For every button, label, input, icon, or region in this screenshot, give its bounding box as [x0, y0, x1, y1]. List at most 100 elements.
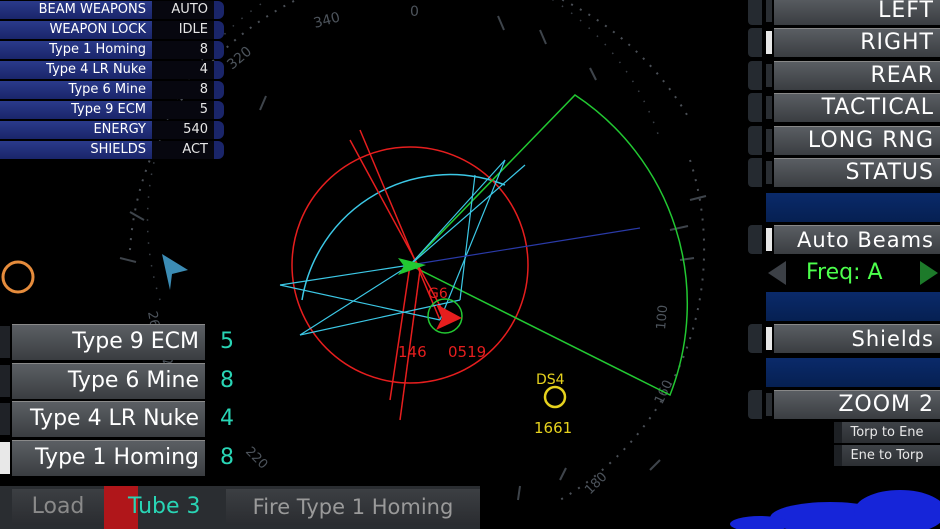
status-label: Type 9 ECM [0, 101, 152, 119]
button-label: LEFT [774, 0, 940, 25]
button-light [0, 365, 10, 397]
status-row-type6: Type 6 Mine 8 [0, 81, 224, 99]
station-range: 1661 [534, 419, 572, 437]
button-tab [748, 324, 762, 353]
status-value: ACT [152, 141, 214, 159]
status-row-weapon-lock: WEAPON LOCK IDLE [0, 21, 224, 39]
button-light [834, 422, 842, 443]
enemy-bearing: 146 [398, 343, 427, 361]
freq-next-arrow-icon[interactable] [920, 261, 938, 285]
view-left-button[interactable]: LEFT [748, 0, 940, 25]
status-label: SHIELDS [0, 141, 152, 159]
status-label: Type 4 LR Nuke [0, 61, 152, 79]
button-light [766, 96, 772, 119]
button-label: Ene to Torp [850, 448, 924, 463]
button-light [766, 0, 772, 22]
nebula-blob [730, 490, 940, 529]
status-label: Type 6 Mine [0, 81, 152, 99]
status-cap [214, 101, 224, 119]
blank-panel [766, 193, 940, 222]
sensor-lines [279, 159, 526, 336]
button-label: LONG RNG [774, 126, 940, 155]
status-row-beam-weapons: BEAM WEAPONS AUTO [0, 1, 224, 19]
status-label: Type 1 Homing [0, 41, 152, 59]
weapon-type9-ecm-button[interactable]: Type 9 ECM 5 [0, 324, 250, 360]
status-row-type9: Type 9 ECM 5 [0, 101, 224, 119]
weapon-type6-mine-button[interactable]: Type 6 Mine 8 [0, 363, 250, 399]
freq-prev-arrow-icon[interactable] [768, 261, 786, 285]
button-light [766, 393, 772, 416]
enemy-range: 0519 [448, 343, 486, 361]
status-value: 4 [152, 61, 214, 79]
status-cap [214, 121, 224, 139]
weapon-label: Type 9 ECM [12, 324, 205, 360]
button-tab [748, 158, 762, 187]
weapon-label: Type 1 Homing [12, 440, 205, 476]
status-value: 8 [152, 41, 214, 59]
status-cap [214, 21, 224, 39]
button-label: Shields [774, 324, 940, 353]
button-tab [748, 61, 762, 90]
button-tab [748, 28, 762, 57]
ene-to-torp-button[interactable]: Ene to Torp [834, 445, 940, 466]
button-light [834, 445, 842, 466]
weapon-count: 5 [220, 329, 234, 354]
view-rear-button[interactable]: REAR [748, 61, 940, 90]
button-label: ZOOM 2 [774, 390, 940, 419]
status-row-type4: Type 4 LR Nuke 4 [0, 61, 224, 79]
auto-beams-button[interactable]: Auto Beams [748, 225, 940, 254]
bearing-0: 0 [410, 4, 419, 20]
button-tab [748, 126, 762, 155]
bearing-340: 340 [312, 9, 342, 31]
status-label: BEAM WEAPONS [0, 1, 152, 19]
bearing-100: 100 [654, 304, 671, 330]
torp-to-ene-button[interactable]: Torp to Ene [834, 422, 940, 443]
button-tab [748, 225, 762, 254]
weapon-type4-lr-nuke-button[interactable]: Type 4 LR Nuke 4 [0, 401, 250, 437]
bearing-320: 320 [224, 44, 255, 73]
status-row-shields: SHIELDS ACT [0, 141, 224, 159]
blank-panel [766, 358, 940, 387]
orange-contact-marker [1, 260, 35, 294]
weapon-label: Type 6 Mine [12, 363, 205, 399]
status-row-type1: Type 1 Homing 8 [0, 41, 224, 59]
shields-button[interactable]: Shields [748, 324, 940, 353]
view-tactical-button[interactable]: TACTICAL [748, 93, 940, 122]
enemy-label: G6 [428, 286, 448, 302]
status-cap [214, 41, 224, 59]
button-label: Torp to Ene [850, 425, 924, 440]
load-button[interactable]: Load [12, 489, 104, 525]
button-tab [748, 0, 762, 25]
weapon-count: 4 [220, 406, 234, 431]
heading-line [409, 227, 641, 266]
view-long-range-button[interactable]: LONG RNG [748, 126, 940, 155]
weapon-label: Type 4 LR Nuke [12, 401, 205, 437]
button-light [766, 327, 772, 350]
button-light [766, 64, 772, 87]
view-status-button[interactable]: STATUS [748, 158, 940, 187]
view-right-button[interactable]: RIGHT [748, 28, 940, 57]
button-tab [748, 93, 762, 122]
inner-ring [146, 0, 661, 301]
bearing-180: 180 [582, 470, 610, 498]
button-tab [748, 390, 762, 419]
status-value: 5 [152, 101, 214, 119]
fire-button[interactable]: Fire Type 1 Homing [226, 489, 480, 525]
friendly-arrow-icon [162, 254, 188, 290]
button-light [766, 129, 772, 152]
frequency-selector: Freq: A [766, 258, 940, 288]
button-label: RIGHT [774, 28, 940, 57]
blank-panel [766, 292, 940, 321]
station-label: DS4 [536, 372, 565, 388]
status-value: IDLE [152, 21, 214, 39]
weapon-count: 8 [220, 368, 234, 393]
status-cap [214, 81, 224, 99]
status-label: WEAPON LOCK [0, 21, 152, 39]
weapon-type1-homing-button[interactable]: Type 1 Homing 8 [0, 440, 250, 476]
button-light [766, 31, 772, 54]
freq-label: Freq: A [806, 260, 883, 285]
button-label: Auto Beams [774, 225, 940, 254]
button-label: STATUS [774, 158, 940, 187]
button-label: REAR [774, 61, 940, 90]
zoom-button[interactable]: ZOOM 2 [748, 390, 940, 419]
